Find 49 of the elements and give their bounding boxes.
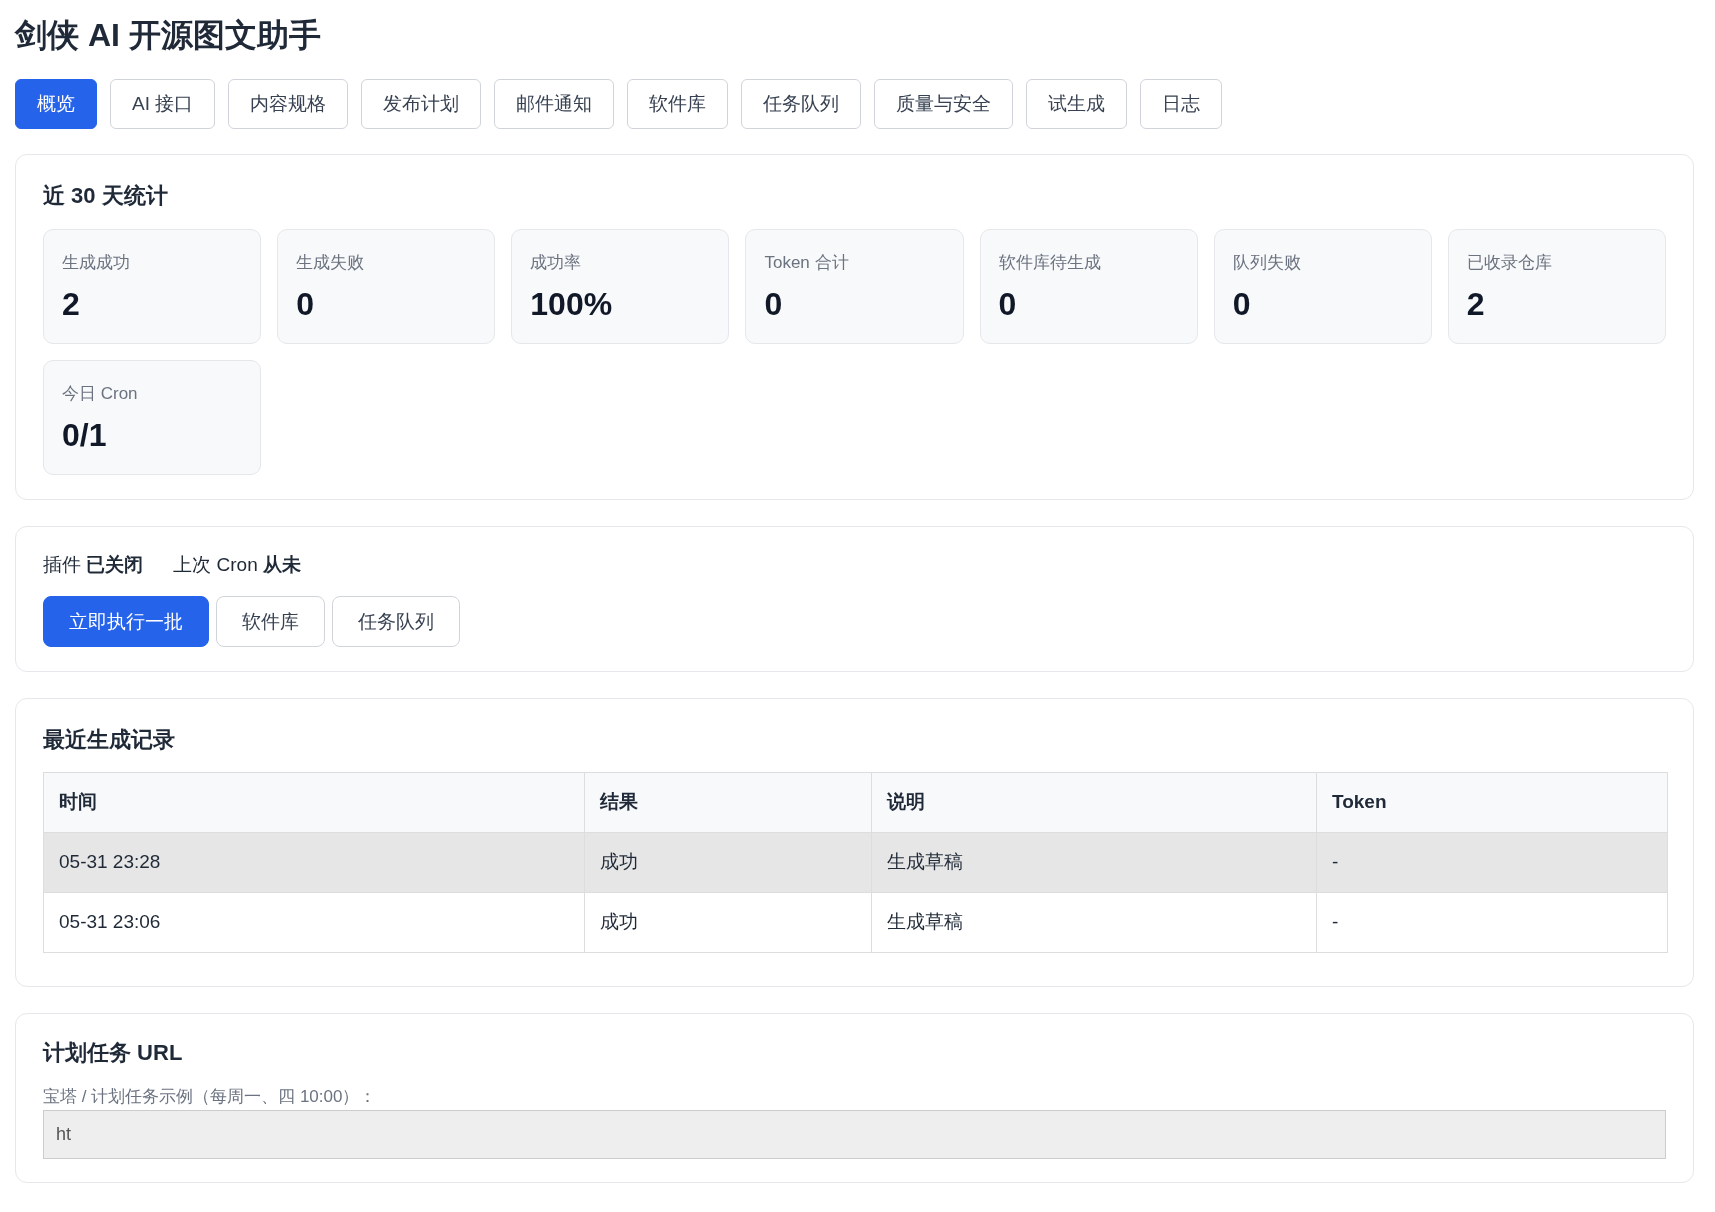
table-cell: 05-31 23:06	[43, 892, 585, 953]
table-cell: 05-31 23:28	[43, 832, 585, 893]
tab[interactable]: 软件库	[627, 79, 729, 129]
stat-label: Token 合计	[764, 253, 849, 272]
stat-value: 0	[296, 286, 314, 322]
app-title: 剑侠 AI 开源图文助手	[15, 16, 321, 55]
tab[interactable]: 试生成	[1026, 79, 1128, 129]
table-cell: 成功	[584, 832, 872, 893]
action-button[interactable]: 立即执行一批	[43, 596, 209, 647]
action-button[interactable]: 软件库	[216, 596, 325, 647]
section-title: 最近生成记录	[43, 726, 175, 754]
stat-value: 0	[998, 286, 1017, 322]
tab[interactable]: 邮件通知	[494, 79, 615, 129]
table-cell: -	[1316, 832, 1668, 893]
column-header: 时间	[43, 772, 585, 833]
tab[interactable]: 发布计划	[361, 79, 482, 129]
column-header: Token	[1316, 772, 1668, 833]
stat-value: 100%	[530, 286, 613, 322]
section-title: 近 30 天统计	[43, 182, 168, 210]
stat-label: 今日 Cron	[62, 384, 138, 403]
stat-value: 0/1	[62, 417, 107, 453]
stat-value: 0	[764, 286, 783, 322]
stat-value: 2	[1466, 286, 1485, 322]
stat-label: 已收录仓库	[1466, 253, 1552, 272]
table-cell: 生成草稿	[871, 832, 1317, 893]
hint-text: 宝塔 / 计划任务示例（每周一、四 10:00）：	[43, 1087, 377, 1106]
tab[interactable]: 概览	[15, 79, 97, 129]
column-header: 说明	[871, 772, 1317, 833]
tab[interactable]: 质量与安全	[874, 79, 1014, 129]
stat-label: 队列失败	[1232, 253, 1301, 272]
tab[interactable]: 日志	[1140, 79, 1223, 129]
status-text: 上次 Cron 从未	[173, 553, 302, 577]
column-header: 结果	[584, 772, 872, 833]
url-field[interactable]: ht	[43, 1110, 1666, 1159]
action-button[interactable]: 任务队列	[332, 596, 460, 647]
stat-label: 生成失败	[296, 253, 365, 272]
tab[interactable]: AI 接口	[110, 79, 216, 129]
tab[interactable]: 内容规格	[228, 79, 349, 129]
section-title: 计划任务 URL	[43, 1039, 183, 1067]
status-text: 插件 已关闭	[43, 553, 144, 577]
table-cell: 生成草稿	[871, 892, 1317, 953]
tab[interactable]: 任务队列	[741, 79, 862, 129]
stat-label: 生成成功	[62, 253, 130, 272]
table-cell: 成功	[584, 892, 872, 953]
table-cell: -	[1316, 892, 1668, 953]
stat-value: 2	[62, 286, 80, 322]
stat-label: 软件库待生成	[998, 253, 1101, 272]
stat-label: 成功率	[530, 253, 582, 272]
stat-value: 0	[1232, 286, 1251, 322]
